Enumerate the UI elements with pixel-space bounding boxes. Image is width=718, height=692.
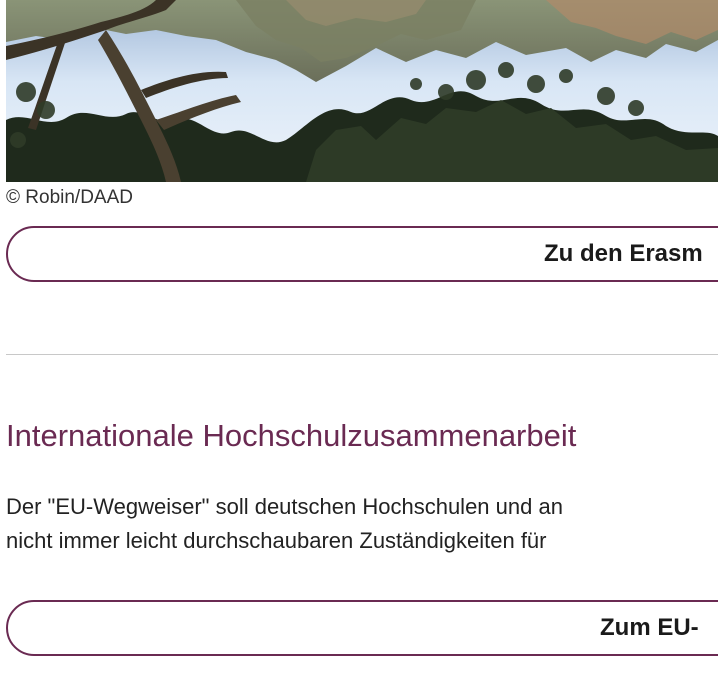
page: © Robin/DAAD Zu den Erasm Internationale…: [0, 0, 718, 692]
eu-wegweiser-button[interactable]: Zum EU-: [6, 600, 718, 656]
section-divider: [6, 354, 718, 355]
landscape-photo-icon: [6, 0, 718, 182]
erasmus-button[interactable]: Zu den Erasm: [6, 226, 718, 282]
section-paragraph: Der "EU-Wegweiser" soll deutschen Hochsc…: [6, 490, 718, 558]
paragraph-line-2: nicht immer leicht durchschaubaren Zustä…: [6, 528, 547, 553]
erasmus-button-label: Zu den Erasm: [544, 240, 703, 267]
paragraph-line-1: Der "EU-Wegweiser" soll deutschen Hochsc…: [6, 494, 563, 519]
landscape-photo: [6, 0, 718, 182]
section-title: Internationale Hochschulzusammenarbeit: [6, 418, 577, 453]
photo-credit: © Robin/DAAD: [6, 187, 133, 208]
eu-wegweiser-button-label: Zum EU-: [600, 614, 699, 641]
